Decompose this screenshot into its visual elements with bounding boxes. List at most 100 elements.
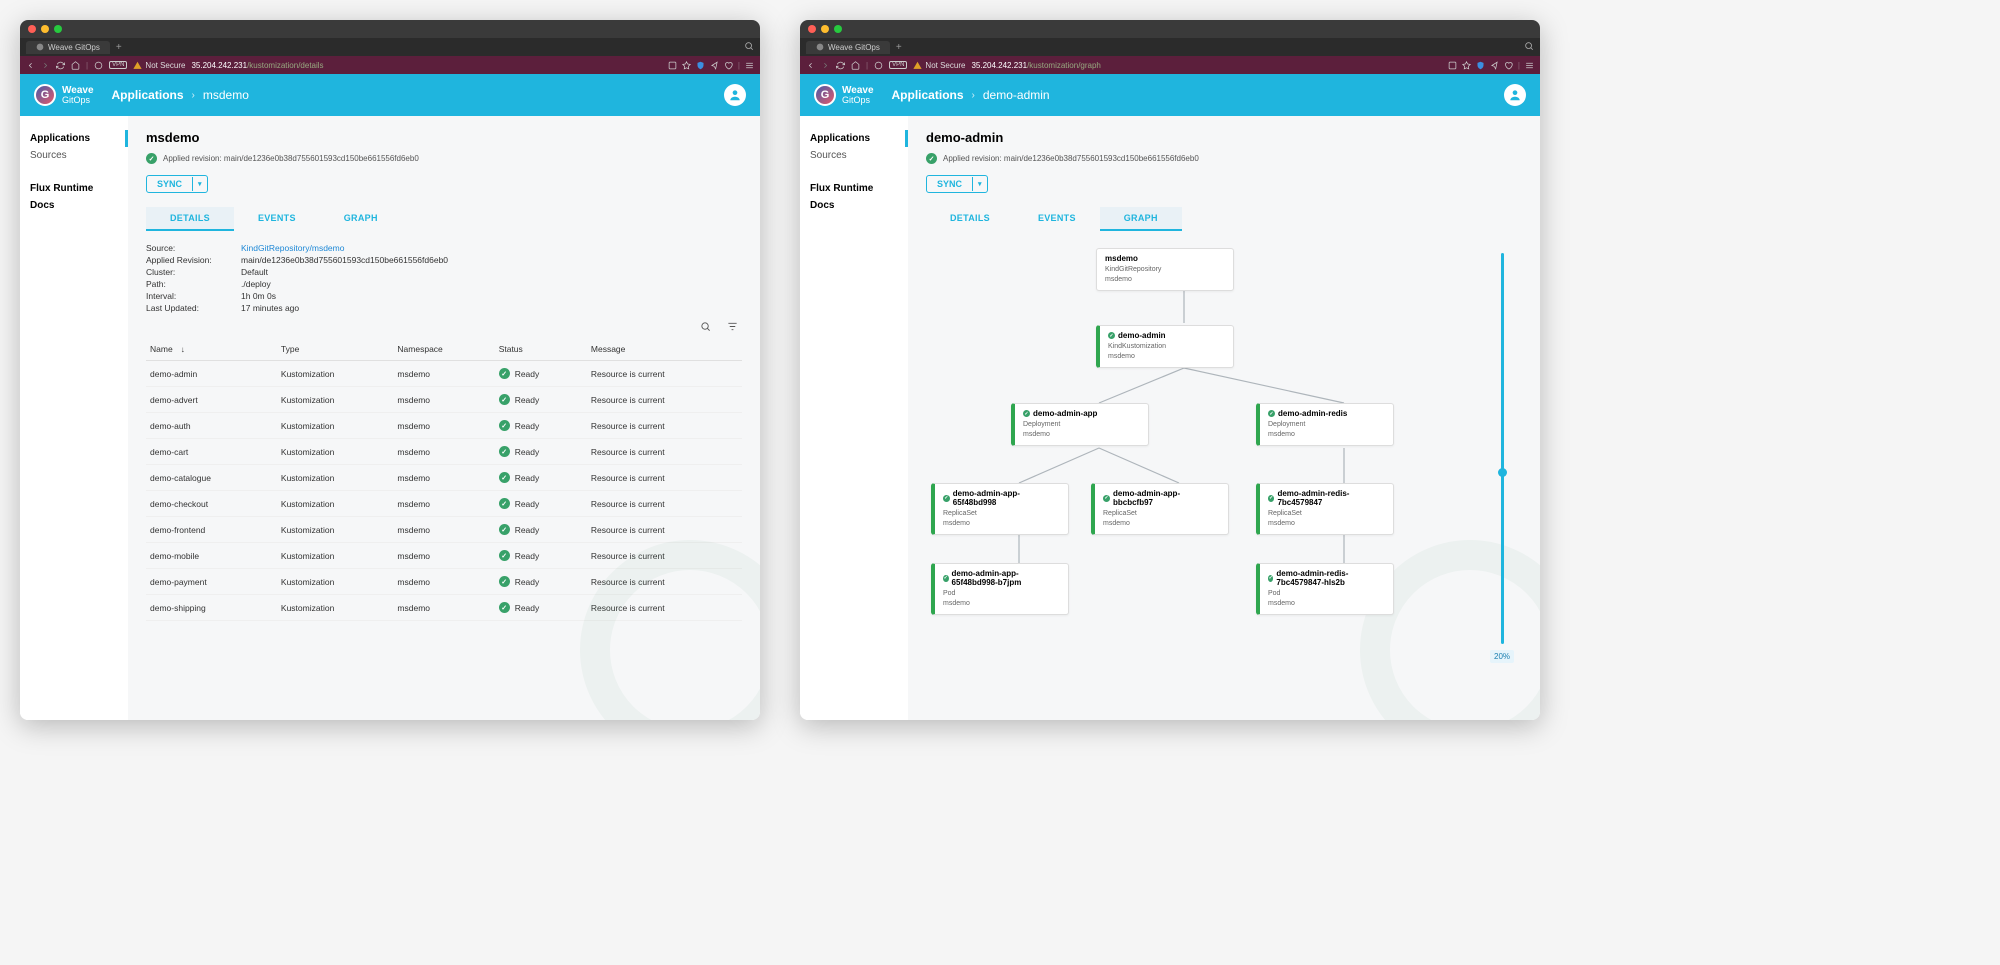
share-icon[interactable]: [1448, 61, 1457, 70]
url-text[interactable]: 35.204.242.231/kustomization/graph: [971, 61, 1441, 70]
reload-icon[interactable]: [56, 61, 65, 70]
send-icon[interactable]: [710, 61, 719, 70]
graph-node-depRedis[interactable]: demo-admin-redis Deploymentmsdemo: [1256, 403, 1394, 446]
graph-node-pod1[interactable]: demo-admin-app-65f48bd998-b7jpm Podmsdem…: [931, 563, 1069, 615]
sidebar-item-sources[interactable]: Sources: [800, 147, 908, 164]
security-indicator[interactable]: Not Secure: [913, 61, 965, 70]
tab-graph[interactable]: GRAPH: [320, 207, 402, 231]
forward-icon[interactable]: [41, 61, 50, 70]
back-icon[interactable]: [26, 61, 35, 70]
brand-logo[interactable]: G WeaveGitOps: [814, 84, 874, 106]
sync-button[interactable]: SYNC ▾: [146, 175, 208, 193]
table-row[interactable]: demo-checkoutKustomizationmsdemoReadyRes…: [146, 491, 742, 517]
browser-tab[interactable]: Weave GitOps: [806, 41, 890, 54]
zoom-slider[interactable]: 20%: [1492, 253, 1512, 663]
sidebar-item-applications[interactable]: Applications: [800, 130, 908, 147]
heart-icon[interactable]: [1504, 61, 1513, 70]
table-row[interactable]: demo-cartKustomizationmsdemoReadyResourc…: [146, 439, 742, 465]
heart-icon[interactable]: [724, 61, 733, 70]
col-type[interactable]: Type: [277, 338, 394, 361]
url-text[interactable]: 35.204.242.231/kustomization/details: [191, 61, 661, 70]
sidebar-item-docs[interactable]: Docs: [20, 197, 128, 214]
send-icon[interactable]: [1490, 61, 1499, 70]
col-namespace[interactable]: Namespace: [393, 338, 494, 361]
max-dot[interactable]: [54, 25, 62, 33]
crumb-root[interactable]: Applications: [112, 88, 184, 102]
col-name[interactable]: Name↓: [146, 338, 277, 361]
sidebar: Applications Sources Flux Runtime Docs: [800, 116, 908, 720]
tab-search-icon[interactable]: [744, 38, 754, 56]
extension-icon[interactable]: [94, 61, 103, 70]
tab-details[interactable]: DETAILS: [146, 207, 234, 231]
min-dot[interactable]: [821, 25, 829, 33]
home-icon[interactable]: [71, 61, 80, 70]
sync-button[interactable]: SYNC ▾: [926, 175, 988, 193]
share-icon[interactable]: [668, 61, 677, 70]
graph-node-root[interactable]: msdemo KindGitRepositorymsdemo: [1096, 248, 1234, 291]
kv-source-val[interactable]: KindGitRepository/msdemo: [241, 243, 344, 253]
table-row[interactable]: demo-authKustomizationmsdemoReadyResourc…: [146, 413, 742, 439]
reload-icon[interactable]: [836, 61, 845, 70]
browser-tab[interactable]: Weave GitOps: [26, 41, 110, 54]
check-icon: [499, 368, 510, 379]
search-icon[interactable]: [700, 321, 711, 332]
sidebar-item-fluxruntime[interactable]: Flux Runtime: [20, 180, 128, 197]
graph-node-rs3[interactable]: demo-admin-redis-7bc4579847 ReplicaSetms…: [1256, 483, 1394, 535]
table-row[interactable]: demo-frontendKustomizationmsdemoReadyRes…: [146, 517, 742, 543]
graph-node-pod2[interactable]: demo-admin-redis-7bc4579847-hls2b Podmsd…: [1256, 563, 1394, 615]
new-tab-button[interactable]: +: [116, 42, 122, 53]
menu-icon[interactable]: [1525, 61, 1534, 70]
zoom-track[interactable]: [1501, 253, 1504, 644]
graph-node-admin[interactable]: demo-admin KindKustomizationmsdemo: [1096, 325, 1234, 368]
bookmark-icon[interactable]: [1462, 61, 1471, 70]
url-bar[interactable]: | VPN Not Secure 35.204.242.231/kustomiz…: [20, 56, 760, 74]
table-row[interactable]: demo-advertKustomizationmsdemoReadyResou…: [146, 387, 742, 413]
filter-icon[interactable]: [727, 321, 738, 332]
tab-favicon: [816, 43, 824, 51]
max-dot[interactable]: [834, 25, 842, 33]
graph-node-depApp[interactable]: demo-admin-app Deploymentmsdemo: [1011, 403, 1149, 446]
security-indicator[interactable]: Not Secure: [133, 61, 185, 70]
account-avatar[interactable]: [724, 84, 746, 106]
bookmark-icon[interactable]: [682, 61, 691, 70]
url-right-icons: |: [668, 61, 754, 70]
shield-icon[interactable]: [696, 61, 705, 70]
menu-icon[interactable]: [745, 61, 754, 70]
sidebar-item-fluxruntime[interactable]: Flux Runtime: [800, 180, 908, 197]
table-row[interactable]: demo-catalogueKustomizationmsdemoReadyRe…: [146, 465, 742, 491]
crumb-root[interactable]: Applications: [892, 88, 964, 102]
shield-icon[interactable]: [1476, 61, 1485, 70]
tab-search-icon[interactable]: [1524, 38, 1534, 56]
home-icon[interactable]: [851, 61, 860, 70]
logo-mark: G: [814, 84, 836, 106]
url-bar[interactable]: | VPN Not Secure 35.204.242.231/kustomiz…: [800, 56, 1540, 74]
table-row[interactable]: demo-adminKustomizationmsdemoReadyResour…: [146, 361, 742, 387]
sidebar-item-applications[interactable]: Applications: [20, 130, 128, 147]
new-tab-button[interactable]: +: [896, 42, 902, 53]
min-dot[interactable]: [41, 25, 49, 33]
zoom-thumb[interactable]: [1498, 468, 1507, 477]
vpn-badge[interactable]: VPN: [889, 61, 907, 69]
account-avatar[interactable]: [1504, 84, 1526, 106]
tab-events[interactable]: EVENTS: [234, 207, 320, 231]
col-status[interactable]: Status: [495, 338, 587, 361]
tab-details[interactable]: DETAILS: [926, 207, 1014, 231]
brand-logo[interactable]: G WeaveGitOps: [34, 84, 94, 106]
sidebar-item-docs[interactable]: Docs: [800, 197, 908, 214]
back-icon[interactable]: [806, 61, 815, 70]
graph-node-rs1[interactable]: demo-admin-app-65f48bd998 ReplicaSetmsde…: [931, 483, 1069, 535]
extension-icon[interactable]: [874, 61, 883, 70]
close-dot[interactable]: [28, 25, 36, 33]
tab-events[interactable]: EVENTS: [1014, 207, 1100, 231]
tab-graph[interactable]: GRAPH: [1100, 207, 1182, 231]
forward-icon[interactable]: [821, 61, 830, 70]
sidebar-item-sources[interactable]: Sources: [20, 147, 128, 164]
close-dot[interactable]: [808, 25, 816, 33]
cell-namespace: msdemo: [393, 569, 494, 595]
sync-dropdown-icon[interactable]: ▾: [192, 177, 207, 191]
graph-canvas[interactable]: msdemo KindGitRepositorymsdemo demo-admi…: [926, 243, 1522, 713]
sync-dropdown-icon[interactable]: ▾: [972, 177, 987, 191]
graph-node-rs2[interactable]: demo-admin-app-bbcbcfb97 ReplicaSetmsdem…: [1091, 483, 1229, 535]
col-message[interactable]: Message: [587, 338, 742, 361]
vpn-badge[interactable]: VPN: [109, 61, 127, 69]
